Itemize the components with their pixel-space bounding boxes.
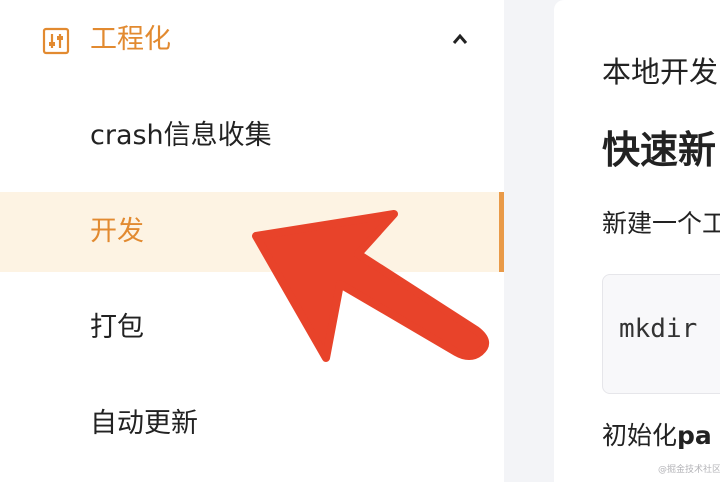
sidebar-item-package[interactable]: 打包 xyxy=(0,288,504,368)
sidebar-group-engineering[interactable]: 工程化 xyxy=(0,0,504,82)
content-panel: 本地开发 快速新 新建一个工 mkdir 初始化pa xyxy=(554,0,720,482)
sliders-icon xyxy=(42,27,70,55)
paragraph-text: 新建一个工 xyxy=(602,209,720,238)
section-subtitle: 本地开发 xyxy=(602,55,719,89)
sidebar-item-label: 自动更新 xyxy=(90,408,198,439)
sidebar-item-crash[interactable]: crash信息收集 xyxy=(0,96,504,176)
sidebar-item-develop[interactable]: 开发 xyxy=(0,192,504,272)
sidebar-item-auto-update[interactable]: 自动更新 xyxy=(0,384,504,464)
sidebar: 工程化 crash信息收集 开发 打包 自动更新 xyxy=(0,0,504,482)
watermark: @掘金技术社区 xyxy=(658,465,720,475)
section-heading: 快速新 xyxy=(602,128,717,172)
code-text: mkdir xyxy=(619,314,698,344)
paragraph-init: 初始化pa xyxy=(602,418,712,454)
sidebar-item-label: crash信息收集 xyxy=(90,120,272,151)
content-gutter xyxy=(504,0,554,482)
code-block: mkdir xyxy=(602,274,720,394)
chevron-up-icon[interactable] xyxy=(450,32,470,46)
sidebar-item-label: 打包 xyxy=(90,312,144,343)
init-prefix: 初始化 xyxy=(602,421,678,450)
init-bold: pa xyxy=(677,421,712,450)
sidebar-group-title: 工程化 xyxy=(90,24,171,55)
sidebar-item-label: 开发 xyxy=(90,216,144,247)
